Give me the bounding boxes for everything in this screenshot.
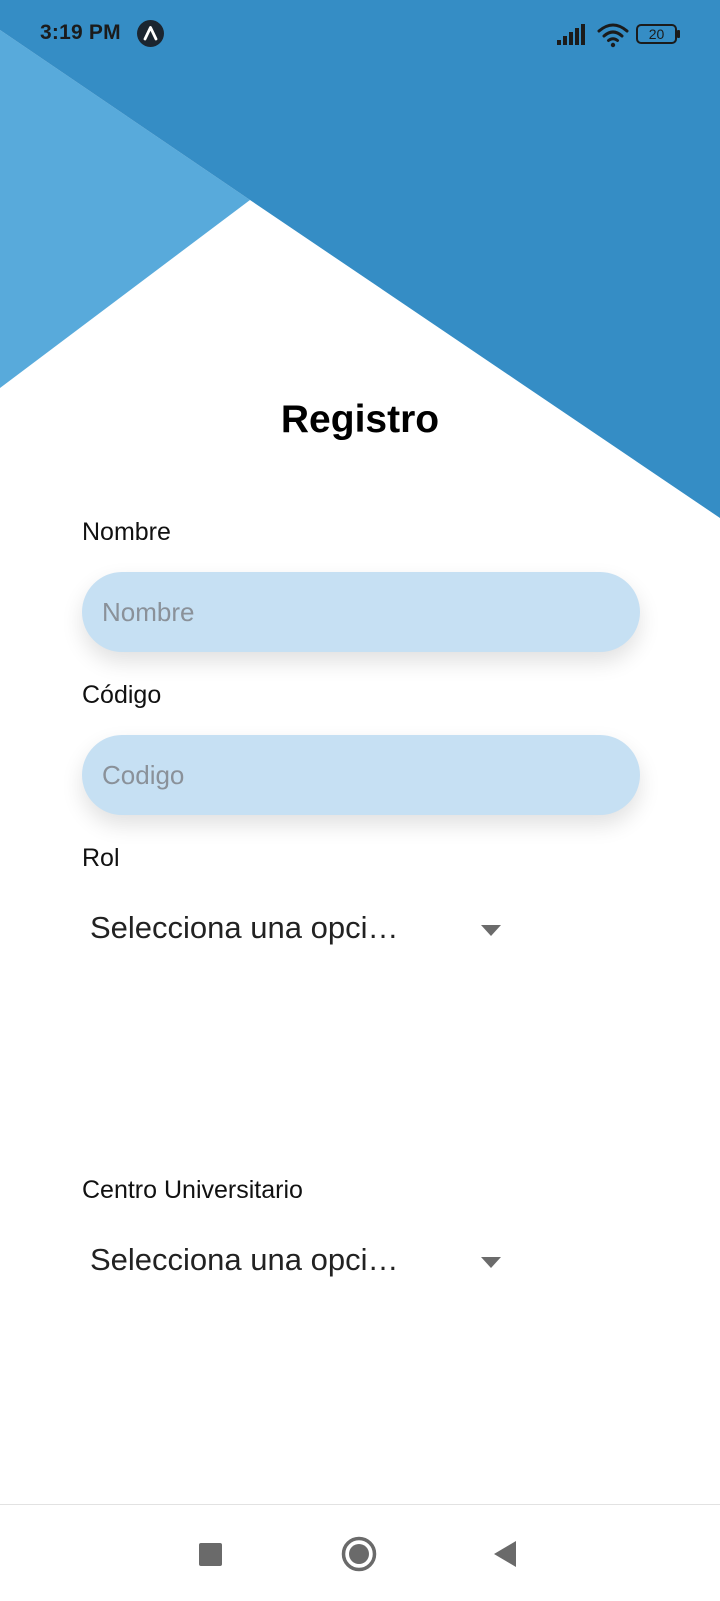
- rol-label: Rol: [82, 844, 120, 872]
- status-time: 3:19 PM: [40, 21, 121, 44]
- page-title: Registro: [280, 398, 440, 441]
- dropdown-arrow-icon: [481, 925, 501, 936]
- dropdown-arrow-icon: [481, 1257, 501, 1268]
- centro-selected-value: Selecciona una opci…: [90, 1242, 399, 1277]
- centro-label: Centro Universitario: [82, 1176, 303, 1204]
- app-indicator-icon: [137, 20, 164, 47]
- rol-selected-value: Selecciona una opci…: [90, 910, 399, 945]
- battery-cap: [677, 30, 680, 38]
- signal-icon: [557, 24, 585, 45]
- codigo-label: Código: [82, 681, 162, 709]
- navigation-bar: [0, 1504, 720, 1601]
- wifi-icon: [597, 23, 629, 48]
- home-icon[interactable]: [341, 1536, 377, 1572]
- codigo-input[interactable]: [82, 735, 640, 815]
- status-bar: 3:19 PM 20: [0, 0, 720, 70]
- nombre-label: Nombre: [82, 518, 171, 546]
- recent-apps-icon[interactable]: [199, 1543, 222, 1566]
- battery-level: 20: [636, 24, 677, 44]
- centro-dropdown[interactable]: Selecciona una opci…: [82, 1230, 512, 1290]
- back-icon[interactable]: [494, 1541, 516, 1567]
- nombre-input[interactable]: [82, 572, 640, 652]
- rol-dropdown[interactable]: Selecciona una opci…: [82, 898, 512, 958]
- battery-icon: 20: [636, 24, 680, 44]
